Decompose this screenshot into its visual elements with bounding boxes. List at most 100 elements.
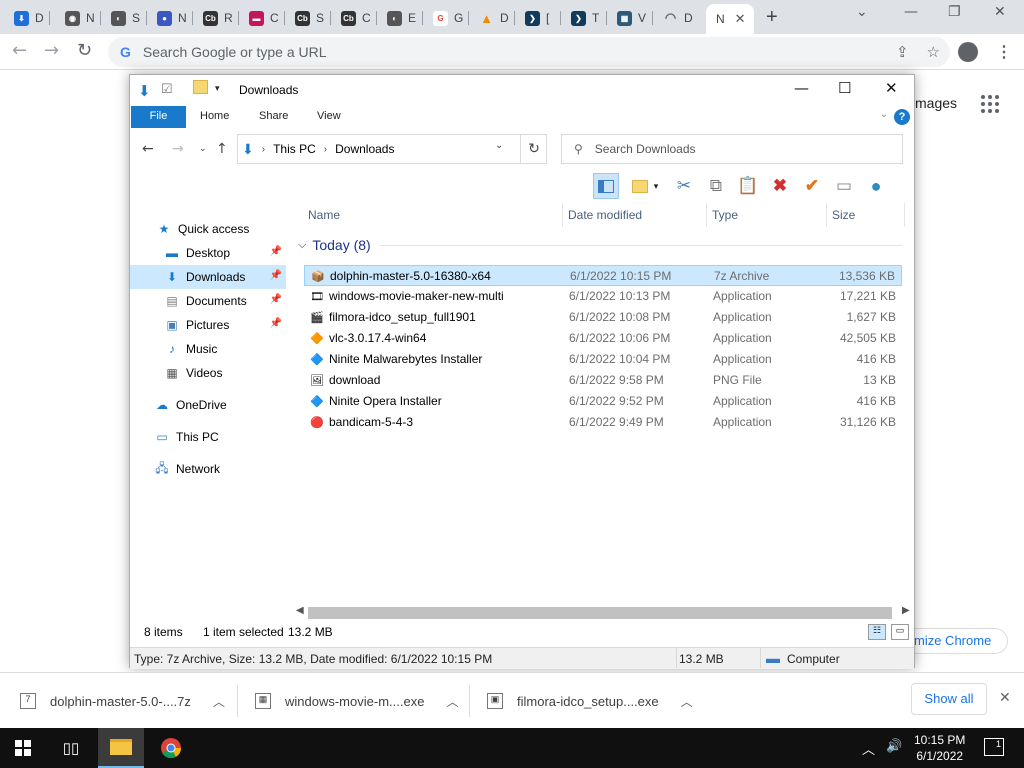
pin-icon[interactable]: 📌 (270, 318, 282, 329)
bookmark-star-icon[interactable]: ☆ (927, 43, 940, 61)
file-row[interactable]: 🔴 bandicam-5-4-3 6/1/2022 9:49 PM Applicati… (304, 412, 902, 433)
tab-file[interactable]: File (131, 106, 186, 128)
task-view-button[interactable]: ▯▯ (48, 728, 94, 768)
chevron-up-icon[interactable]: ︿ (213, 693, 225, 710)
tab-home[interactable]: Home (200, 106, 229, 128)
volume-icon[interactable]: 🔊 (886, 739, 902, 754)
browser-tab[interactable]: Cb R (193, 4, 239, 32)
pin-icon[interactable]: 📌 (270, 270, 282, 281)
close-shelf-icon[interactable]: ✕ (999, 690, 1011, 706)
file-row[interactable]: 🖼 download 6/1/2022 9:58 PM PNG File 13 KB (304, 370, 902, 391)
address-dropdown-icon[interactable]: ⌄ (495, 140, 503, 151)
browser-tab[interactable]: ❯[ (515, 4, 561, 32)
browser-tab[interactable]: ◐ S (101, 4, 147, 32)
up-icon[interactable]: ↑ (216, 141, 228, 157)
scroll-thumb[interactable] (308, 607, 892, 619)
group-header-today[interactable]: ⌵ Today (8) (296, 237, 371, 253)
file-row[interactable]: 🔶 vlc-3.0.17.4-win64 6/1/2022 10:06 PM Appl… (304, 328, 902, 349)
browser-tab[interactable]: ▦ V (607, 4, 653, 32)
copy-icon[interactable]: ⧉ (703, 173, 729, 199)
explorer-maximize-icon[interactable]: ☐ (838, 79, 851, 97)
nav-pictures[interactable]: ▣ Pictures 📌 (130, 313, 286, 337)
check-icon[interactable]: ✔ (799, 173, 825, 199)
pin-icon[interactable]: 📌 (270, 246, 282, 257)
minimize-icon[interactable]: — (904, 4, 918, 20)
file-row[interactable]: 🎞 windows-movie-maker-new-multi 6/1/2022 1… (304, 286, 902, 307)
menu-kebab-icon[interactable]: ⋮ (996, 42, 1012, 62)
scroll-left-icon[interactable]: ◀ (296, 605, 304, 616)
show-hidden-icons-icon[interactable]: ︿ (862, 739, 875, 758)
download-item[interactable]: 7 dolphin-master-5.0-....7z ︿ (20, 673, 225, 729)
cut-icon[interactable]: ✂ (671, 173, 697, 199)
nav-onedrive[interactable]: ☁ OneDrive (154, 393, 227, 417)
column-type[interactable]: Type (712, 208, 738, 222)
apps-grid-icon[interactable] (981, 95, 999, 113)
scroll-right-icon[interactable]: ▶ (902, 605, 910, 616)
nav-music[interactable]: ♪ Music (164, 337, 217, 361)
browser-tab[interactable]: GG (423, 4, 469, 32)
nav-downloads[interactable]: ⬇ Downloads 📌 (130, 265, 286, 289)
tab-view[interactable]: View (317, 106, 341, 128)
browser-tab[interactable]: ◉ N (55, 4, 101, 32)
tab-search-icon[interactable]: ⌄ (856, 4, 868, 20)
column-date-modified[interactable]: Date modified (568, 208, 642, 222)
file-row[interactable]: 🔷 Ninite Malwarebytes Installer 6/1/2022 1… (304, 349, 902, 370)
nav-videos[interactable]: ▦ Videos (164, 361, 222, 385)
breadcrumb-this-pc[interactable]: This PC (273, 142, 316, 156)
new-folder-dropdown-icon[interactable]: ▾ (625, 173, 665, 199)
download-item[interactable]: ▣ filmora-idco_setup....exe ︿ (487, 673, 693, 729)
new-tab-button[interactable]: + (766, 6, 778, 29)
help-icon[interactable]: ? (894, 109, 910, 125)
restore-icon[interactable]: ❐ (948, 4, 961, 20)
browser-tab[interactable]: ▲ D (469, 4, 515, 32)
browser-tab[interactable]: ● N (147, 4, 193, 32)
notification-center-icon[interactable]: 1 (984, 738, 1004, 756)
taskbar-file-explorer[interactable] (98, 728, 144, 768)
large-icons-view-icon[interactable]: ▭ (891, 624, 909, 640)
nav-documents[interactable]: ▤ Documents 📌 (130, 289, 286, 313)
tab-close-icon[interactable]: ✕ (735, 11, 746, 27)
back-icon[interactable]: ← (12, 40, 27, 61)
download-item[interactable]: ▦ windows-movie-m....exe ︿ (255, 673, 458, 729)
customize-qa-icon[interactable]: ▾ (215, 83, 220, 94)
browser-tab[interactable]: ◠ D (653, 4, 699, 32)
recent-locations-icon[interactable]: ⌄ (199, 144, 207, 154)
system-clock[interactable]: 10:15 PM 6/1/2022 (914, 732, 965, 764)
breadcrumb-downloads[interactable]: Downloads (335, 142, 394, 156)
new-folder-icon[interactable] (193, 80, 208, 94)
browser-tab-active[interactable]: N ✕ (706, 4, 754, 34)
reload-icon[interactable]: ↻ (77, 40, 92, 61)
customize-chrome-button[interactable]: mize Chrome (908, 628, 1008, 654)
paste-icon[interactable]: 📋 (735, 173, 761, 199)
browser-tab[interactable]: Cb S (285, 4, 331, 32)
column-name[interactable]: Name (308, 208, 340, 222)
preview-pane-icon[interactable] (593, 173, 619, 199)
horizontal-scrollbar[interactable]: ◀ ▶ (296, 605, 910, 621)
show-all-button[interactable]: Show all (911, 683, 987, 715)
rename-icon[interactable]: ▭ (831, 173, 857, 199)
taskbar-chrome[interactable] (148, 728, 194, 768)
pin-icon[interactable]: 📌 (270, 294, 282, 305)
close-window-icon[interactable]: ✕ (994, 4, 1006, 20)
file-row[interactable]: 📦 dolphin-master-5.0-16380-x64 6/1/2022 10… (304, 265, 902, 286)
omnibox[interactable]: G Search Google or type a URL ⇪ ☆ (108, 37, 950, 67)
browser-tab[interactable]: ▬ C (239, 4, 285, 32)
chevron-up-icon[interactable]: ︿ (681, 693, 693, 710)
chevron-up-icon[interactable]: ︿ (446, 693, 458, 710)
share-icon[interactable]: ⇪ (896, 43, 909, 61)
globe-icon[interactable]: ● (863, 173, 889, 199)
start-button[interactable] (0, 728, 46, 768)
nav-network[interactable]: 🖧 Network (154, 457, 220, 481)
images-link[interactable]: mages (915, 95, 957, 111)
details-view-icon[interactable]: ☷ (868, 624, 886, 640)
nav-this-pc[interactable]: ▭ This PC (154, 425, 218, 449)
browser-tab[interactable]: ◐ E (377, 4, 423, 32)
explorer-minimize-icon[interactable]: — (794, 79, 809, 97)
nav-quick-access[interactable]: ★ Quick access (156, 217, 250, 241)
properties-icon[interactable]: ☑ (161, 81, 173, 97)
refresh-icon[interactable]: ↻ (520, 134, 547, 164)
forward-icon[interactable]: → (44, 40, 59, 61)
column-size[interactable]: Size (832, 208, 855, 222)
explorer-close-icon[interactable]: ✕ (885, 79, 898, 97)
nav-desktop[interactable]: ▬ Desktop 📌 (130, 241, 286, 265)
